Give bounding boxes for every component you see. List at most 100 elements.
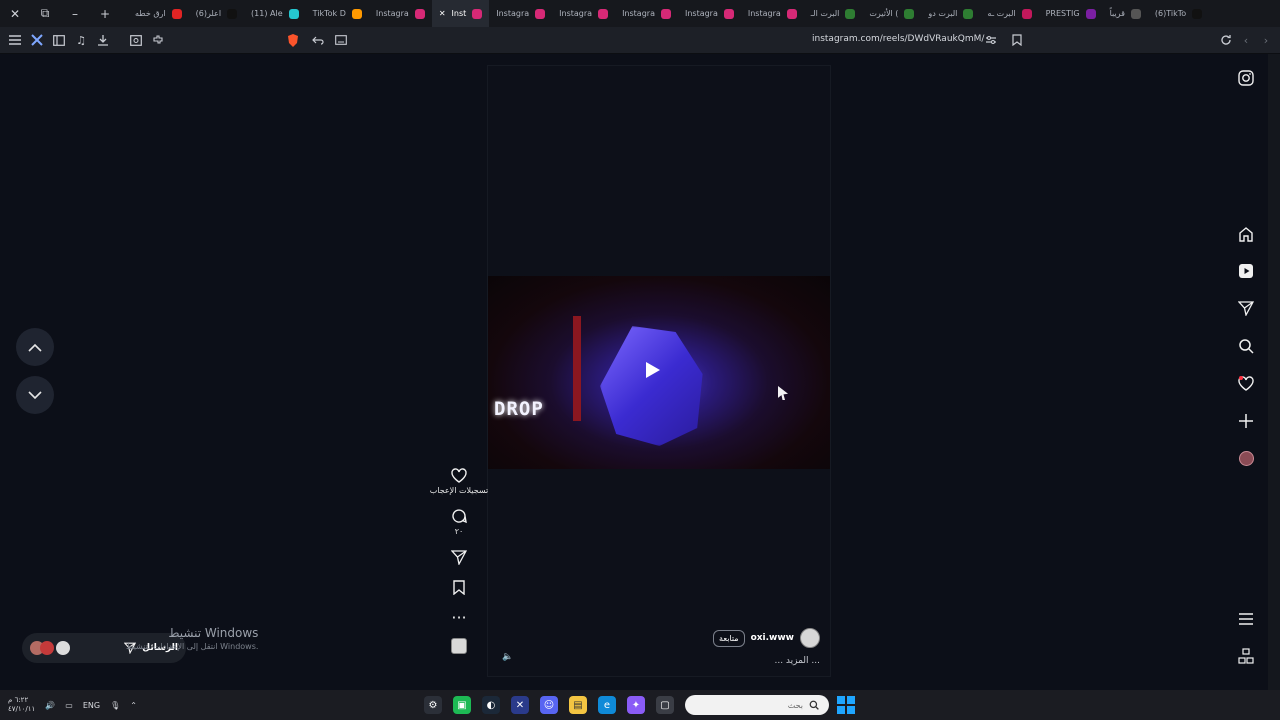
tab-favicon-icon xyxy=(1192,8,1203,19)
tab-label: Instagra xyxy=(375,9,409,18)
tab-favicon-icon xyxy=(414,8,425,19)
share-action[interactable] xyxy=(450,548,468,566)
browser-toolbar: ♫ ‹ › xyxy=(0,27,1280,54)
message-avatar xyxy=(40,641,54,655)
sidebar-icon[interactable] xyxy=(49,30,69,50)
reload-icon[interactable] xyxy=(1216,30,1236,50)
address-bar-url[interactable]: instagram.com/reels/DWdVRaukQmM/ xyxy=(812,34,984,44)
page-scrollbar[interactable] xyxy=(1268,54,1280,690)
browser-tab[interactable]: Instagra xyxy=(552,0,615,27)
menu-icon[interactable] xyxy=(5,30,25,50)
home-icon[interactable] xyxy=(1236,224,1256,244)
clock[interactable]: ٦:٢٢ م ٤٧/١٠/١١ xyxy=(8,696,35,714)
browser-tab[interactable]: Instagra xyxy=(615,0,678,27)
browser-tab[interactable]: Instagra xyxy=(489,0,552,27)
back-arrow-icon[interactable]: › xyxy=(1256,30,1276,50)
play-icon[interactable] xyxy=(646,362,660,378)
next-reel-button[interactable] xyxy=(16,376,54,414)
browser-tab[interactable]: (6)TikTo xyxy=(1148,0,1209,27)
music-icon[interactable]: ♫ xyxy=(71,30,91,50)
new-tab-button[interactable]: + xyxy=(90,0,120,27)
reader-icon[interactable] xyxy=(331,30,351,50)
screenshot-icon[interactable] xyxy=(126,30,146,50)
browser-tab[interactable]: Instagra xyxy=(741,0,804,27)
more-menu-icon[interactable] xyxy=(1236,609,1256,629)
browser-tab[interactable]: (6)اعلر xyxy=(189,0,244,27)
browser-tab[interactable]: Instagra xyxy=(369,0,432,27)
x-logo-icon[interactable] xyxy=(27,30,47,50)
browser-tab[interactable]: الأثيرت ( xyxy=(862,0,921,27)
audio-thumbnail[interactable] xyxy=(451,638,467,654)
tab-label: Instagra xyxy=(622,9,655,18)
green-app-icon[interactable]: ▣ xyxy=(453,696,471,714)
also-from-meta-icon[interactable] xyxy=(1236,646,1256,666)
search-icon[interactable] xyxy=(1236,336,1256,356)
like-action[interactable]: تسجيلات الإعجاب xyxy=(430,466,488,495)
send-icon[interactable] xyxy=(450,548,468,566)
settings-app-icon[interactable]: ⚙ xyxy=(424,696,442,714)
comment-icon[interactable] xyxy=(450,507,468,525)
edge-icon[interactable]: e xyxy=(598,696,616,714)
copilot-icon[interactable]: ✦ xyxy=(627,696,645,714)
browser-tab[interactable]: ✕ Inst xyxy=(431,0,490,27)
save-action[interactable] xyxy=(450,578,468,596)
start-button[interactable] xyxy=(837,696,855,714)
forward-arrow-icon[interactable]: ‹ xyxy=(1236,30,1256,50)
language-indicator[interactable]: ENG xyxy=(83,701,100,710)
mute-icon[interactable]: 🔈 xyxy=(502,652,513,662)
comment-action[interactable]: ٢٠ xyxy=(450,507,468,536)
close-tab-icon[interactable]: ✕ xyxy=(439,9,446,18)
notifications-heart-icon[interactable] xyxy=(1236,373,1256,393)
direct-messages-icon[interactable] xyxy=(1236,298,1256,318)
tab-label: الأثيرت ( xyxy=(869,9,899,18)
browser-tab[interactable]: PRESTIG xyxy=(1039,0,1103,27)
task-view-icon[interactable]: ▢ xyxy=(656,696,674,714)
microphone-icon[interactable]: 🎙 xyxy=(110,701,120,710)
browser-tab[interactable]: البرت دو xyxy=(921,0,980,27)
restore-window-button[interactable]: ⧉ xyxy=(30,0,60,27)
browser-tab[interactable]: (11) Ale xyxy=(244,0,306,27)
bookmark-page-icon[interactable] xyxy=(1007,30,1027,50)
browser-tab[interactable]: ارق خطه xyxy=(128,0,189,27)
minimize-window-button[interactable]: – xyxy=(60,0,90,27)
reel-player[interactable]: DROP 🔈 oxi.www متابعة ... المزيد ... xyxy=(487,65,831,677)
reel-author: oxi.www متابعة xyxy=(713,628,820,648)
browser-tab[interactable]: TikTok D xyxy=(306,0,369,27)
more-icon[interactable]: ··· xyxy=(450,608,468,627)
profile-avatar[interactable] xyxy=(1236,448,1256,468)
volume-icon[interactable]: 🔊 xyxy=(45,701,55,710)
audio-avatar[interactable] xyxy=(451,638,467,654)
tab-label: Instagra xyxy=(559,9,593,18)
reels-icon[interactable] xyxy=(1236,261,1256,281)
tab-favicon-icon xyxy=(351,8,362,19)
x-app-icon[interactable]: ✕ xyxy=(511,696,529,714)
more-options[interactable]: ··· xyxy=(450,608,468,627)
follow-button[interactable]: متابعة xyxy=(713,629,745,647)
browser-tab[interactable]: البرت ـه xyxy=(980,0,1038,27)
browser-tab[interactable]: البرت الـ xyxy=(804,0,863,27)
caption-more-link[interactable]: ... المزيد ... xyxy=(774,656,820,666)
discord-icon[interactable]: ☺ xyxy=(540,696,558,714)
instagram-logo-icon[interactable] xyxy=(1236,68,1256,88)
tray-chevron-icon[interactable]: ⌃ xyxy=(130,701,137,710)
network-icon[interactable]: ▭ xyxy=(65,701,73,710)
taskbar-search[interactable]: بحث xyxy=(685,695,829,715)
file-explorer-icon[interactable]: ▤ xyxy=(569,696,587,714)
previous-reel-button[interactable] xyxy=(16,328,54,366)
extensions-icon[interactable] xyxy=(148,30,168,50)
heart-icon[interactable] xyxy=(450,466,468,484)
author-avatar[interactable] xyxy=(800,628,820,648)
download-icon[interactable] xyxy=(93,30,113,50)
search-icon xyxy=(809,700,819,710)
bookmark-icon[interactable] xyxy=(450,578,468,596)
close-window-button[interactable]: ✕ xyxy=(0,0,30,27)
create-plus-icon[interactable] xyxy=(1236,411,1256,431)
back-page-icon[interactable] xyxy=(308,30,328,50)
browser-tab[interactable]: قريباً xyxy=(1103,0,1148,27)
steam-icon[interactable]: ◐ xyxy=(482,696,500,714)
activate-windows-subtitle: انتقل إلى الإعدادات لتنشيط Windows. xyxy=(126,642,259,651)
author-username[interactable]: oxi.www xyxy=(751,633,794,643)
brave-shield-icon[interactable] xyxy=(283,30,303,50)
browser-tab[interactable]: Instagra xyxy=(678,0,741,27)
reel-video[interactable]: DROP xyxy=(488,276,830,469)
